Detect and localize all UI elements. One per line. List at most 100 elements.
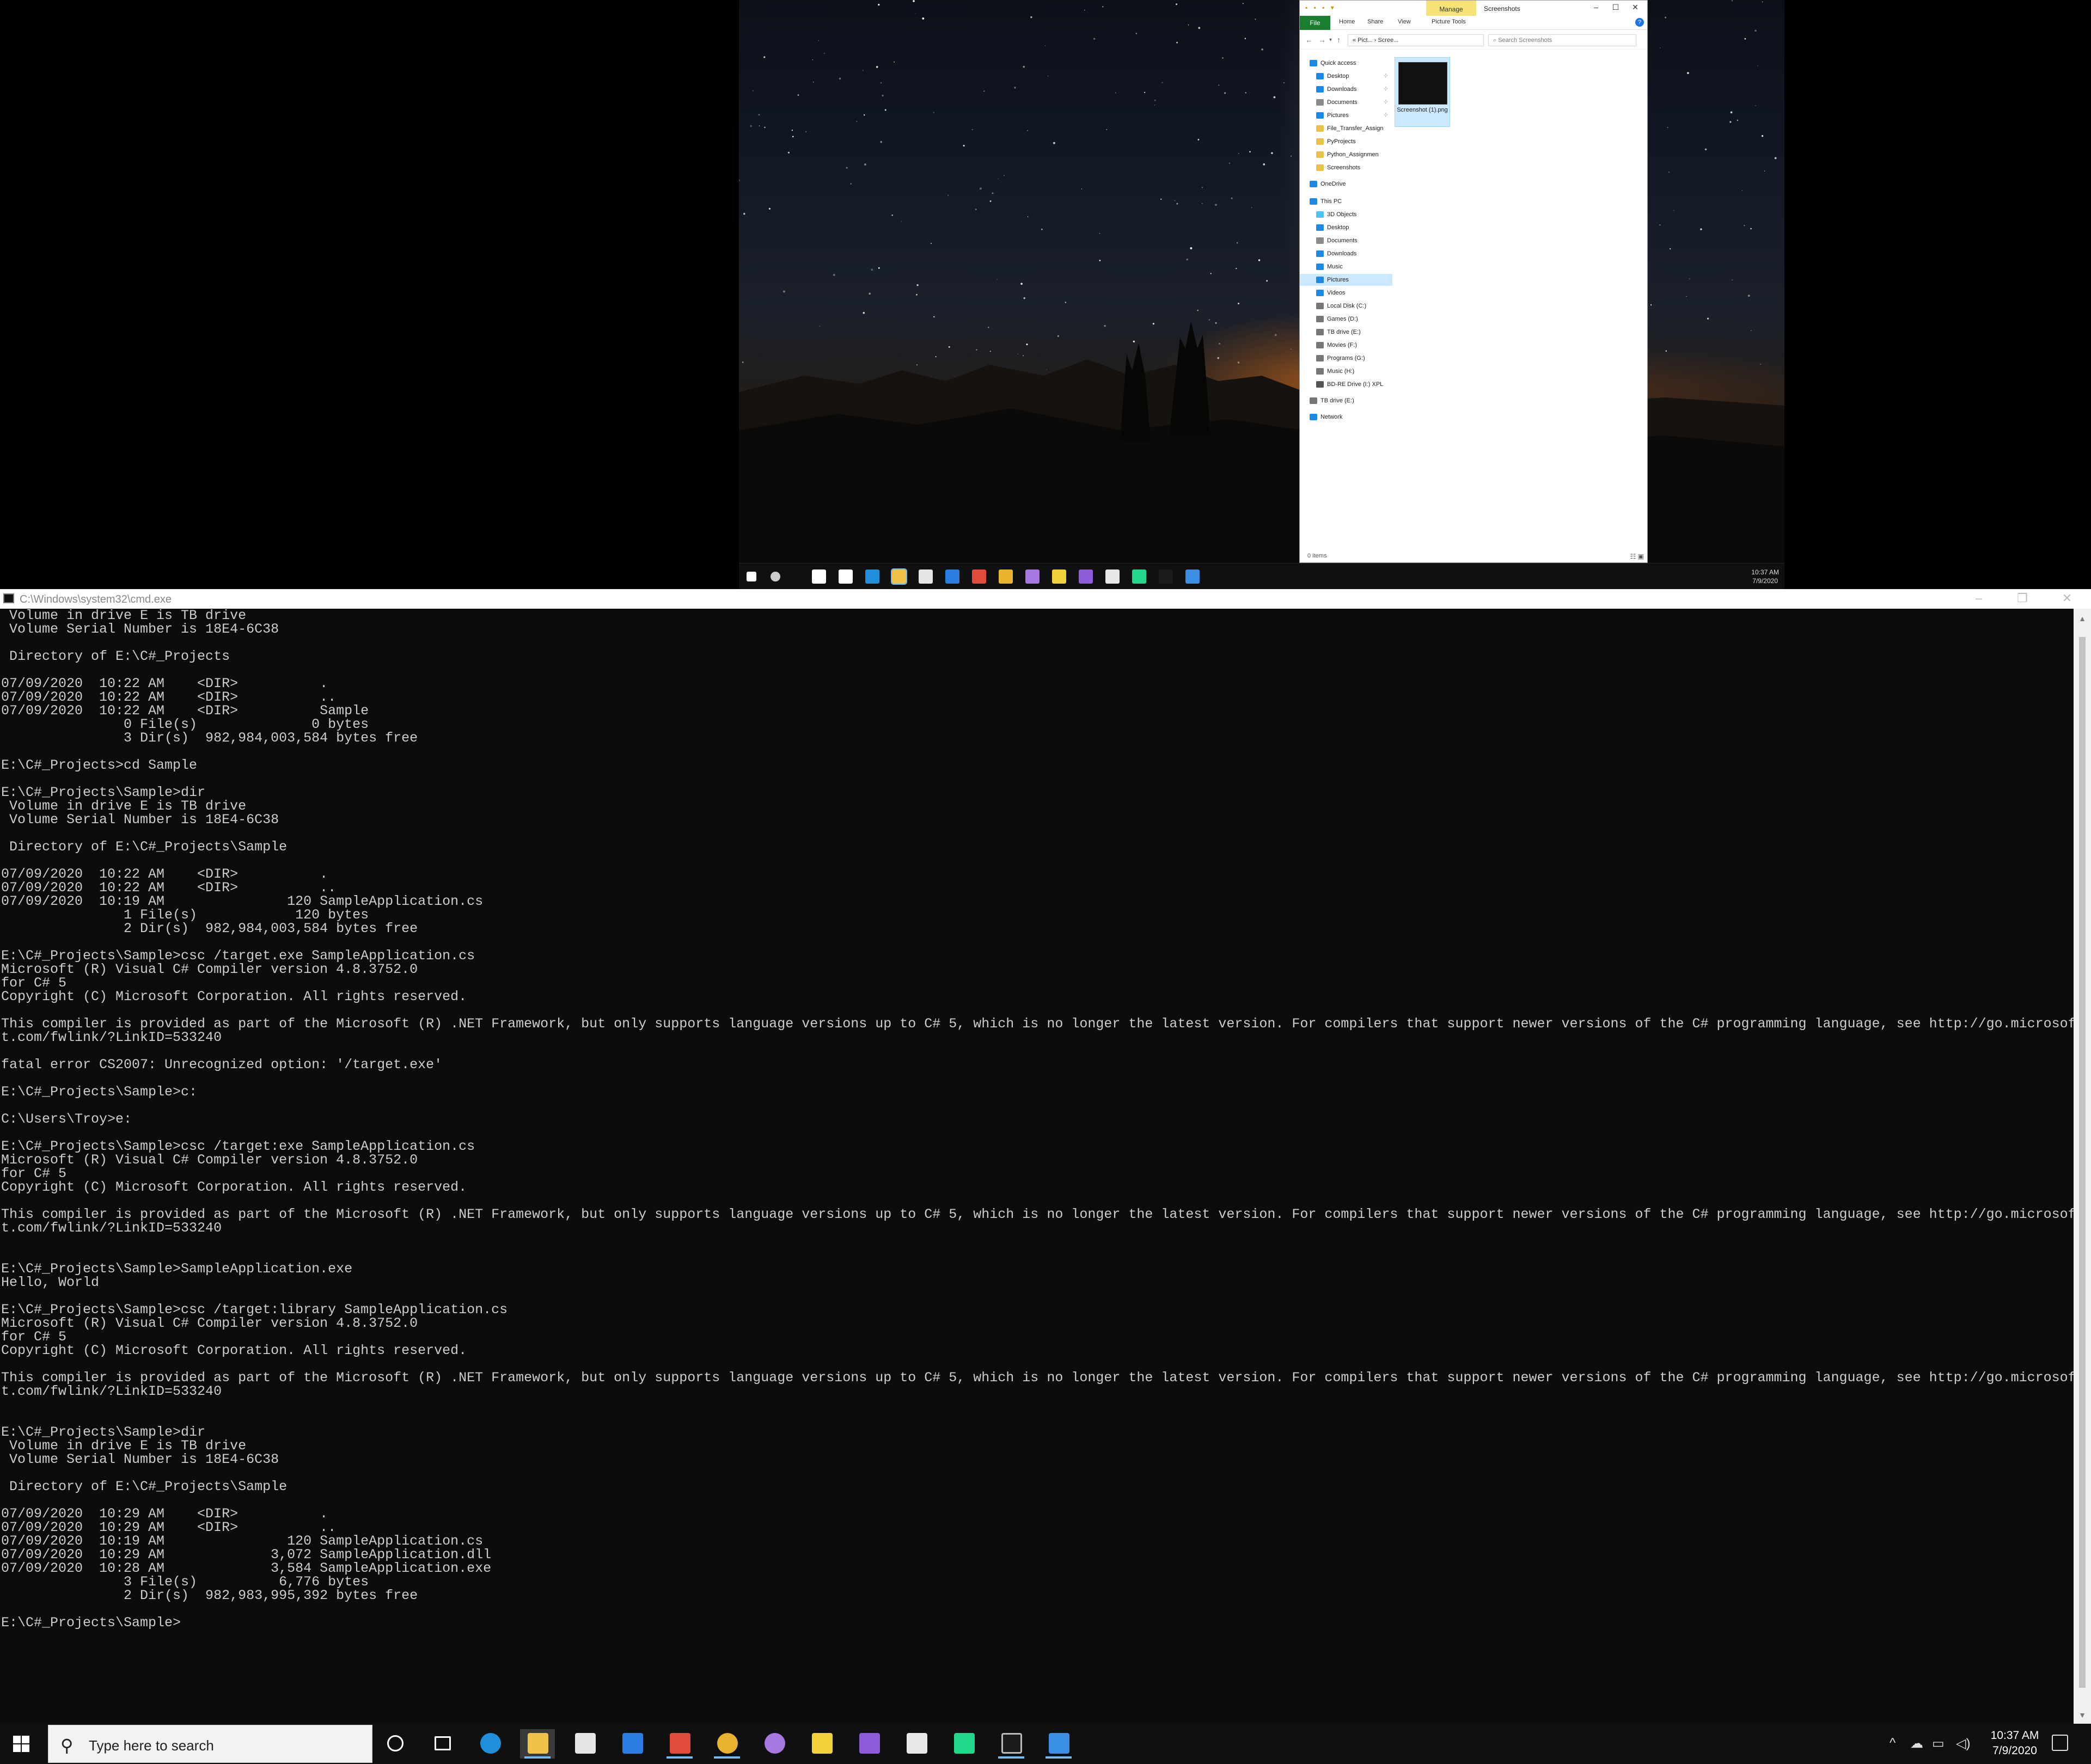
ribbon-tab-picture-tools[interactable]: Picture Tools bbox=[1432, 19, 1466, 25]
terminal-taskbar-button[interactable] bbox=[994, 1729, 1029, 1759]
nav-item-desktop[interactable]: Desktop bbox=[1300, 222, 1392, 234]
top-pycharm-icon[interactable] bbox=[1132, 569, 1146, 584]
nav-item-videos[interactable]: Videos bbox=[1300, 287, 1392, 299]
pycharm-taskbar-button[interactable] bbox=[946, 1729, 981, 1759]
task-view-taskbar-button[interactable] bbox=[425, 1729, 460, 1759]
sticky-app-taskbar-button[interactable] bbox=[804, 1729, 839, 1759]
nav-item-python-assignmen[interactable]: Python_Assignmen bbox=[1300, 149, 1392, 161]
nav-item-music-h[interactable]: Music (H:) bbox=[1300, 365, 1392, 377]
top-photos-icon[interactable] bbox=[1185, 569, 1200, 584]
maximize-icon[interactable]: ☐ bbox=[1606, 3, 1625, 12]
network-icon[interactable]: ▭ bbox=[1932, 1736, 1945, 1751]
nav-item-network[interactable]: Network bbox=[1300, 411, 1392, 423]
nav-item-local-disk-c[interactable]: Local Disk (C:) bbox=[1300, 300, 1392, 312]
scroll-down-icon[interactable]: ▼ bbox=[2074, 1711, 2091, 1719]
nav-item-tb-drive-e[interactable]: TB drive (E:) bbox=[1300, 395, 1392, 407]
nav-item-pictures[interactable]: Pictures ⊹ bbox=[1300, 109, 1392, 121]
nav-item-this-pc[interactable]: This PC bbox=[1300, 195, 1392, 207]
back-arrow-icon[interactable]: ← bbox=[1305, 35, 1313, 44]
scroll-up-icon[interactable]: ▲ bbox=[2074, 614, 2091, 623]
show-hidden-icons-icon[interactable]: ^ bbox=[1890, 1736, 1896, 1751]
nav-item-screenshots[interactable]: Screenshots bbox=[1300, 162, 1392, 174]
top-github-desktop-icon[interactable] bbox=[1025, 569, 1040, 584]
top-search-icon[interactable] bbox=[771, 572, 780, 581]
ribbon-tab-view[interactable]: View bbox=[1398, 19, 1411, 25]
top-visual-studio-icon[interactable] bbox=[1079, 569, 1093, 584]
scroll-thumb[interactable] bbox=[2079, 637, 2086, 1688]
nav-item-documents[interactable]: Documents ⊹ bbox=[1300, 96, 1392, 108]
chrome-taskbar-button[interactable] bbox=[710, 1729, 744, 1759]
cmd-scrollbar[interactable]: ▲ ▼ bbox=[2074, 609, 2091, 1724]
stats-app-taskbar-button[interactable] bbox=[662, 1729, 697, 1759]
cortana-taskbar-button[interactable] bbox=[378, 1729, 413, 1759]
top-store-icon[interactable] bbox=[919, 569, 933, 584]
nav-item-bd-re-drive-i-xpl[interactable]: BD-RE Drive (I:) XPL bbox=[1300, 378, 1392, 390]
nav-item-onedrive[interactable]: OneDrive bbox=[1300, 178, 1392, 190]
mail-taskbar-button[interactable] bbox=[615, 1729, 650, 1759]
file-explorer-window[interactable]: ▪ ▪ ▪ ▾ Manage Screenshots – ☐ ✕ File Ho… bbox=[1299, 0, 1648, 563]
nav-item-quick-access[interactable]: Quick access bbox=[1300, 57, 1392, 69]
edge-taskbar-button[interactable] bbox=[473, 1729, 508, 1759]
nav-item-file-transfer-assign[interactable]: File_Transfer_Assign bbox=[1300, 122, 1392, 134]
top-stats-app-icon[interactable] bbox=[972, 569, 986, 584]
nav-item-movies-f[interactable]: Movies (F:) bbox=[1300, 339, 1392, 351]
cmd-close-icon[interactable]: ✕ bbox=[2051, 591, 2083, 605]
manage-tab[interactable]: Manage bbox=[1426, 1, 1476, 16]
store-taskbar-button[interactable] bbox=[567, 1729, 602, 1759]
visual-studio-taskbar-button[interactable] bbox=[852, 1729, 886, 1759]
nav-item-music[interactable]: Music bbox=[1300, 261, 1392, 273]
address-path[interactable]: « Pict... › Scree... bbox=[1348, 34, 1484, 46]
github-desktop-taskbar-button[interactable] bbox=[757, 1729, 792, 1759]
ribbon-tab-file[interactable]: File bbox=[1300, 16, 1330, 30]
taskbar-search-box[interactable]: ⚲ Type here to search bbox=[48, 1725, 372, 1763]
nav-item-downloads[interactable]: Downloads ⊹ bbox=[1300, 83, 1392, 95]
top-taskbar-clock[interactable]: 10:37 AM 7/9/2020 bbox=[1751, 568, 1779, 585]
nav-item-documents[interactable]: Documents bbox=[1300, 235, 1392, 247]
nav-item-3d-objects[interactable]: 3D Objects bbox=[1300, 209, 1392, 220]
top-cortana-icon[interactable] bbox=[812, 569, 826, 584]
nav-item-programs-g[interactable]: Programs (G:) bbox=[1300, 352, 1392, 364]
recent-dropdown-icon[interactable]: ▾ bbox=[1329, 37, 1332, 43]
windows-start-icon[interactable] bbox=[8, 1731, 35, 1756]
file-item-screenshot[interactable]: Screenshot (1).png bbox=[1395, 57, 1450, 127]
ribbon-tab-share[interactable]: Share bbox=[1367, 19, 1383, 25]
forward-arrow-icon[interactable]: → bbox=[1318, 35, 1326, 44]
console-line: 07/09/2020 10:29 AM <DIR> .. bbox=[1, 1520, 337, 1535]
photos-taskbar-button[interactable] bbox=[1041, 1729, 1076, 1759]
top-notepad-icon[interactable] bbox=[1105, 569, 1120, 584]
nav-item-desktop[interactable]: Desktop ⊹ bbox=[1300, 70, 1392, 82]
cmd-restore-icon[interactable]: ❐ bbox=[2006, 591, 2039, 605]
nav-item-downloads[interactable]: Downloads bbox=[1300, 248, 1392, 260]
nav-item-pictures[interactable]: Pictures bbox=[1300, 274, 1392, 286]
nav-item-games-d[interactable]: Games (D:) bbox=[1300, 313, 1392, 325]
up-arrow-icon[interactable]: ↑ bbox=[1337, 35, 1341, 44]
ribbon-tab-home[interactable]: Home bbox=[1339, 19, 1355, 25]
top-edge-icon[interactable] bbox=[865, 569, 879, 584]
explorer-search-input[interactable]: ⌕ Search Screenshots bbox=[1488, 34, 1636, 46]
close-icon[interactable]: ✕ bbox=[1625, 3, 1645, 12]
view-toggle-icons[interactable]: ☷ ▣ bbox=[1630, 553, 1644, 560]
file-explorer-taskbar-button[interactable] bbox=[520, 1729, 555, 1759]
top-task-view-icon[interactable] bbox=[839, 569, 853, 584]
cmd-titlebar[interactable]: C:\Windows\system32\cmd.exe – ❐ ✕ bbox=[0, 589, 2091, 609]
top-sticky-app-icon[interactable] bbox=[1052, 569, 1066, 584]
quick-access-toolbar[interactable]: ▪ ▪ ▪ ▾ bbox=[1305, 4, 1336, 11]
nav-item-tb-drive-e[interactable]: TB drive (E:) bbox=[1300, 326, 1392, 338]
help-icon[interactable]: ? bbox=[1635, 18, 1644, 27]
nav-item-pyprojects[interactable]: PyProjects bbox=[1300, 136, 1392, 148]
onedrive-icon[interactable]: ☁ bbox=[1910, 1736, 1923, 1751]
explorer-titlebar[interactable]: ▪ ▪ ▪ ▾ Manage Screenshots – ☐ ✕ bbox=[1300, 1, 1647, 16]
notification-center-icon[interactable] bbox=[2052, 1735, 2068, 1751]
cmd-minimize-icon[interactable]: – bbox=[1962, 591, 1995, 605]
taskbar-clock[interactable]: 10:37 AM 7/9/2020 bbox=[1982, 1728, 2047, 1759]
top-windows-start-icon[interactable] bbox=[747, 572, 756, 581]
minimize-icon[interactable]: – bbox=[1586, 3, 1606, 11]
top-chrome-icon[interactable] bbox=[999, 569, 1013, 584]
nav-item-label: Documents bbox=[1327, 237, 1358, 244]
volume-icon[interactable]: ◁) bbox=[1956, 1736, 1970, 1751]
cmd-console-output[interactable]: Volume in drive E is TB drive Volume Ser… bbox=[0, 609, 2074, 1724]
notepad-taskbar-button[interactable] bbox=[899, 1729, 934, 1759]
top-file-explorer-icon[interactable] bbox=[891, 568, 907, 585]
top-terminal-icon[interactable] bbox=[1159, 569, 1173, 584]
top-mail-icon[interactable] bbox=[945, 569, 959, 584]
